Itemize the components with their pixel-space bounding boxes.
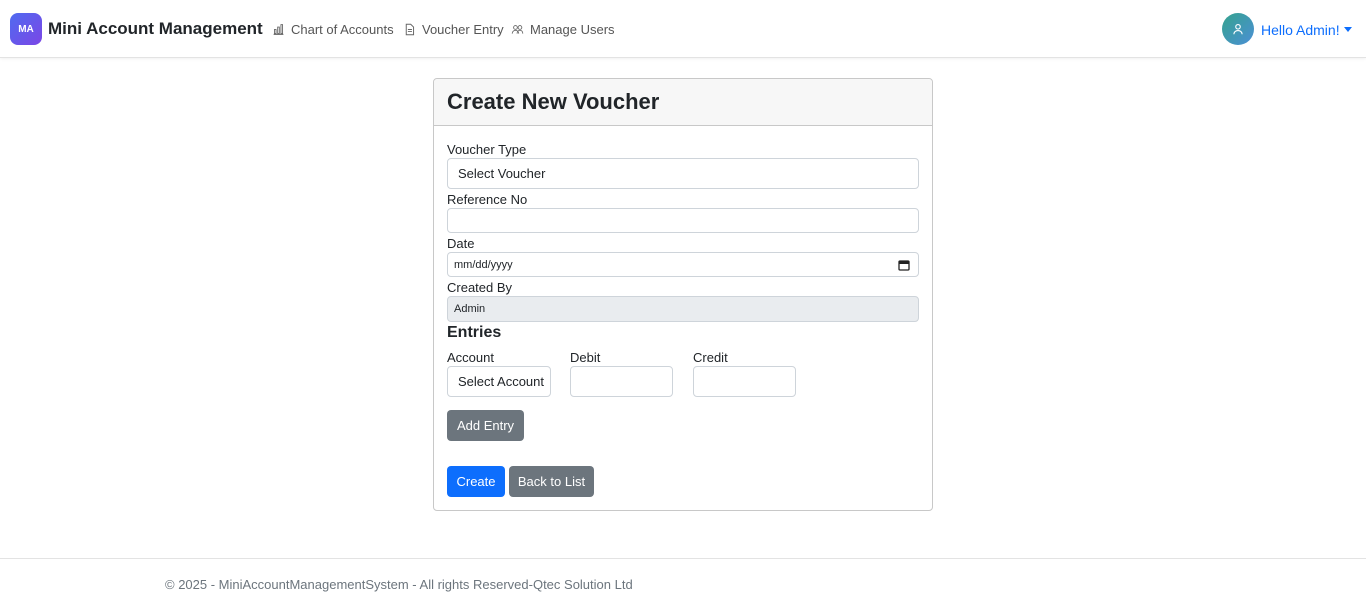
created-by-label: Created By (447, 280, 513, 295)
voucher-type-value: Select Voucher (458, 166, 546, 181)
date-label: Date (447, 236, 475, 251)
date-placeholder: mm/dd/yyyy (454, 258, 513, 271)
user-avatar[interactable] (1222, 13, 1254, 45)
nav-link-manage-users[interactable]: Manage Users (511, 22, 615, 37)
page-title: Create New Voucher (447, 89, 660, 114)
created-by-value: Admin (454, 303, 486, 315)
created-by-field: Admin (447, 296, 919, 322)
credit-column-label: Credit (693, 350, 728, 365)
create-button[interactable]: Create (447, 466, 505, 497)
brand-logo[interactable]: MA (10, 13, 42, 45)
footer-copyright: © 2025 - MiniAccountManagementSystem - A… (165, 577, 633, 592)
page-footer: © 2025 - MiniAccountManagementSystem - A… (0, 558, 1366, 603)
account-select[interactable]: Select Account (447, 366, 551, 397)
nav-link-voucher-entry[interactable]: Voucher Entry (403, 22, 504, 37)
card-header: Create New Voucher (434, 79, 932, 126)
nav-link-label: Chart of Accounts (291, 22, 394, 37)
voucher-type-select[interactable]: Select Voucher (447, 158, 919, 189)
entries-heading: Entries (447, 324, 502, 341)
account-column-label: Account (447, 350, 494, 365)
reference-no-label: Reference No (447, 192, 528, 207)
nav-link-label: Voucher Entry (422, 22, 504, 37)
account-select-value: Select Account (458, 374, 544, 389)
nav-link-label: Manage Users (530, 22, 615, 37)
caret-down-icon[interactable] (1344, 27, 1352, 32)
debit-input[interactable] (570, 366, 673, 397)
date-input[interactable]: mm/dd/yyyy (447, 252, 919, 277)
credit-input[interactable] (693, 366, 796, 397)
back-to-list-button[interactable]: Back to List (509, 466, 594, 497)
nav-link-chart-of-accounts[interactable]: Chart of Accounts (272, 22, 394, 37)
voucher-type-label: Voucher Type (447, 142, 527, 157)
voucher-form-card: Create New Voucher Voucher Type Select V… (433, 78, 933, 511)
top-navbar: MA Mini Account Management Chart of Acco… (0, 0, 1366, 58)
document-icon (405, 23, 415, 36)
debit-column-label: Debit (570, 350, 601, 365)
add-entry-button[interactable]: Add Entry (447, 410, 524, 441)
reference-no-input[interactable] (447, 208, 919, 233)
bar-chart-icon (273, 24, 284, 35)
user-icon (1233, 23, 1243, 35)
calendar-icon[interactable] (898, 259, 910, 271)
brand-name[interactable]: Mini Account Management (48, 19, 263, 39)
brand-logo-initials: MA (18, 23, 34, 35)
users-icon (511, 25, 524, 34)
user-menu-toggle[interactable]: Hello Admin! (1261, 22, 1340, 38)
